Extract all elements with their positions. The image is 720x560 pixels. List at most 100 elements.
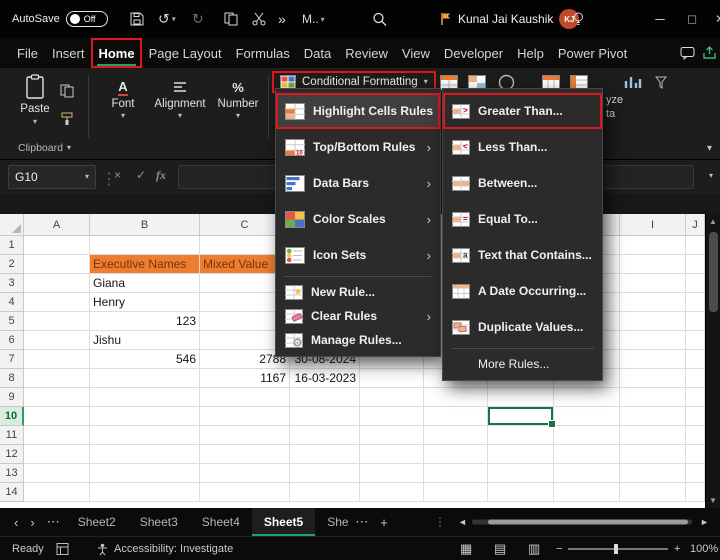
menu-item-highlight-cells-rules[interactable]: Highlight Cells Rules › <box>276 93 445 129</box>
cell-H13[interactable] <box>554 464 620 483</box>
cell-B7[interactable]: 546 <box>90 350 200 369</box>
cell-D11[interactable] <box>290 426 360 445</box>
account-button[interactable]: Kunal Jai Kaushik KJ <box>440 9 580 29</box>
redo-button[interactable]: ↻ <box>192 11 204 28</box>
tab-review[interactable]: Review <box>338 38 395 68</box>
cell-I4[interactable] <box>620 293 686 312</box>
tab-data[interactable]: Data <box>297 38 338 68</box>
font-group-button[interactable]: A Font ▾ <box>98 78 148 120</box>
cell-J8[interactable] <box>686 369 705 388</box>
menu-item-more-rules[interactable]: More Rules... <box>443 352 602 376</box>
cell-I8[interactable] <box>620 369 686 388</box>
cell-J4[interactable] <box>686 293 705 312</box>
menu-item-a-date-occurring[interactable]: A Date Occurring... <box>443 273 602 309</box>
cell-B8[interactable] <box>90 369 200 388</box>
row-header-11[interactable]: 11 <box>0 426 24 445</box>
menu-item-icon-sets[interactable]: Icon Sets › <box>276 237 440 273</box>
cell-I10[interactable] <box>620 407 686 426</box>
cell-J5[interactable] <box>686 312 705 331</box>
normal-view-button[interactable]: ▦ <box>460 541 472 557</box>
cell-B5[interactable]: 123 <box>90 312 200 331</box>
more-commands-button[interactable]: » <box>278 11 286 27</box>
page-layout-view-button[interactable]: ▤ <box>494 541 506 557</box>
minimize-button[interactable]: ─ <box>646 12 674 27</box>
cell-I6[interactable] <box>620 331 686 350</box>
cell-E8[interactable] <box>360 369 424 388</box>
row-header-1[interactable]: 1 <box>0 236 24 255</box>
share-button[interactable] <box>702 46 717 60</box>
sheet-tab-sheet5[interactable]: Sheet5 <box>251 508 316 536</box>
expand-formula-bar-icon[interactable]: ▾ <box>709 172 713 180</box>
cell-A9[interactable] <box>24 388 90 407</box>
autosave-toggle[interactable]: AutoSave Off <box>12 11 108 27</box>
zoom-level[interactable]: 100% <box>690 543 718 555</box>
cut-button[interactable] <box>252 12 266 26</box>
zoom-in-button[interactable]: + <box>674 543 680 555</box>
cell-C13[interactable] <box>200 464 290 483</box>
zoom-slider[interactable] <box>568 543 668 554</box>
scrollbar-thumb[interactable] <box>708 232 718 312</box>
enter-button[interactable]: ✓ <box>136 168 146 182</box>
cell-C11[interactable] <box>200 426 290 445</box>
cell-J13[interactable] <box>686 464 705 483</box>
menu-item-clear-rules[interactable]: Clear Rules › <box>276 304 440 328</box>
cell-B4[interactable]: Henry <box>90 293 200 312</box>
maximize-button[interactable]: □ <box>678 12 706 27</box>
row-header-6[interactable]: 6 <box>0 331 24 350</box>
cell-J12[interactable] <box>686 445 705 464</box>
cell-J1[interactable] <box>686 236 705 255</box>
save-button[interactable] <box>130 12 144 26</box>
cell-A11[interactable] <box>24 426 90 445</box>
cell-I14[interactable] <box>620 483 686 502</box>
row-header-14[interactable]: 14 <box>0 483 24 502</box>
scrollbar-thumb[interactable] <box>488 519 688 525</box>
tab-home[interactable]: Home <box>91 38 142 68</box>
menu-item-less-than[interactable]: < Less Than... <box>443 129 602 165</box>
cell-A4[interactable] <box>24 293 90 312</box>
cell-H12[interactable] <box>554 445 620 464</box>
quick-access-dropdown[interactable]: M.. ▾ <box>302 12 325 26</box>
number-group-button[interactable]: % Number ▾ <box>212 78 264 120</box>
next-sheet-button[interactable]: › <box>24 515 40 530</box>
tab-page-layout[interactable]: Page Layout <box>142 38 229 68</box>
select-all-button[interactable] <box>0 214 24 236</box>
cell-G14[interactable] <box>488 483 554 502</box>
tips-button[interactable] <box>572 12 585 27</box>
cell-H9[interactable] <box>554 388 620 407</box>
cell-B9[interactable] <box>90 388 200 407</box>
sort-filter-button[interactable] <box>652 73 674 92</box>
cell-I1[interactable] <box>620 236 686 255</box>
cell-I7[interactable] <box>620 350 686 369</box>
cell-F10[interactable] <box>424 407 488 426</box>
zoom-slider-knob[interactable] <box>614 543 618 554</box>
menu-item-text-that-contains[interactable]: a Text that Contains... <box>443 237 602 273</box>
close-button[interactable]: × <box>706 11 720 28</box>
row-header-7[interactable]: 7 <box>0 350 24 369</box>
menu-item-greater-than[interactable]: > Greater Than... <box>443 93 602 129</box>
menu-item-manage-rules[interactable]: Manage Rules... <box>276 328 440 352</box>
clipboard-group-footer[interactable]: Clipboard ▾ <box>18 142 71 154</box>
cell-B1[interactable] <box>90 236 200 255</box>
menu-item-equal-to[interactable]: = Equal To... <box>443 201 602 237</box>
cell-J3[interactable] <box>686 274 705 293</box>
cell-A8[interactable] <box>24 369 90 388</box>
menu-item-data-bars[interactable]: Data Bars › <box>276 165 440 201</box>
cell-B2[interactable]: Executive Names <box>90 255 200 274</box>
cancel-button[interactable]: × <box>114 168 121 182</box>
cell-B3[interactable]: Giana <box>90 274 200 293</box>
cell-B6[interactable]: Jishu <box>90 331 200 350</box>
row-header-5[interactable]: 5 <box>0 312 24 331</box>
cell-E12[interactable] <box>360 445 424 464</box>
menu-item-duplicate-values[interactable]: Duplicate Values... <box>443 309 602 345</box>
cell-A3[interactable] <box>24 274 90 293</box>
cell-E10[interactable] <box>360 407 424 426</box>
cell-F11[interactable] <box>424 426 488 445</box>
row-header-13[interactable]: 13 <box>0 464 24 483</box>
cell-D14[interactable] <box>290 483 360 502</box>
sheet-tab-sheet3[interactable]: Sheet3 <box>128 508 190 536</box>
menu-item-new-rule[interactable]: New Rule... <box>276 280 440 304</box>
cell-A13[interactable] <box>24 464 90 483</box>
cell-J6[interactable] <box>686 331 705 350</box>
cell-I2[interactable] <box>620 255 686 274</box>
more-sheets-icon[interactable]: ⋯ <box>349 514 374 530</box>
